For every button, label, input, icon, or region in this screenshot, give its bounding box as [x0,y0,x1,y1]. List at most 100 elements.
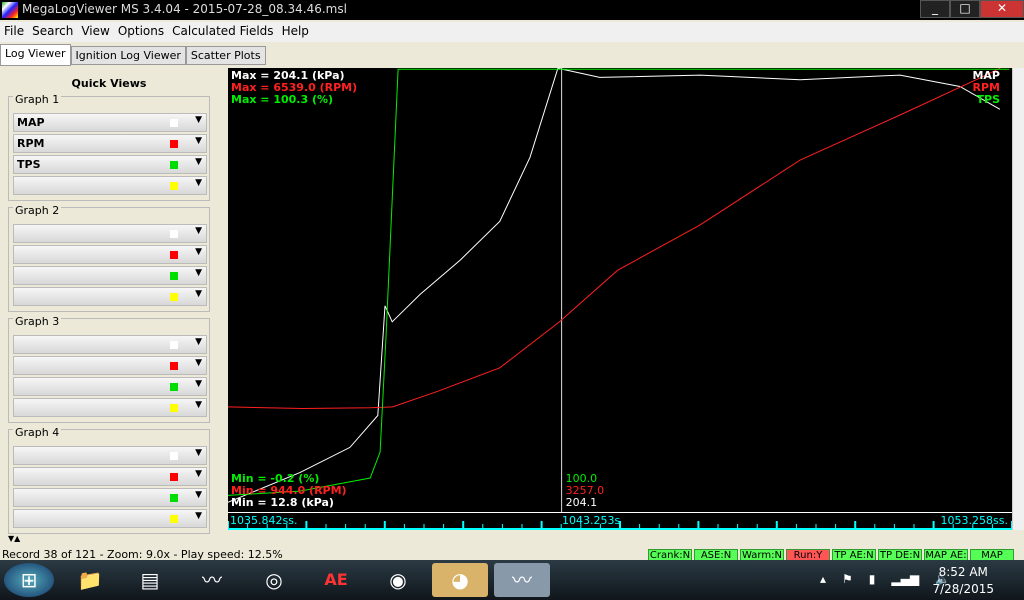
field-select[interactable]: MAP ▼ [13,113,207,132]
color-swatch[interactable] [170,452,178,460]
field-select[interactable]: ▼ [13,224,207,243]
action-center-icon[interactable]: ⚑ [842,572,853,586]
max-label-tps: Max = 100.3 (%) [231,93,334,106]
color-swatch[interactable] [170,161,178,169]
tab-log-viewer[interactable]: Log Viewer [0,44,71,66]
field-select[interactable]: ▼ [13,446,207,465]
quick-views-title: Quick Views [71,77,147,90]
chevron-down-icon: ▼ [195,448,202,458]
device-icon[interactable]: ▤ [128,563,172,597]
chevron-down-icon: ▼ [195,178,202,188]
chevron-down-icon: ▼ [195,337,202,347]
color-swatch[interactable] [170,119,178,127]
gauge-icon[interactable]: ◉ [376,563,420,597]
color-swatch[interactable] [170,362,178,370]
series-map-line [227,67,1001,503]
chevron-down-icon: ▼ [195,400,202,410]
min-label-tps: Min = -0.2 (%) [231,472,320,485]
maximize-button[interactable]: □ [950,0,980,18]
chevron-down-icon: ▼ [195,247,202,257]
field-select[interactable]: ▼ [13,335,207,354]
signal-icon[interactable]: ▂▄▆ [891,572,919,586]
color-swatch[interactable] [170,140,178,148]
chevron-down-icon: ▼ [195,379,202,389]
collapse-arrows-icon[interactable]: ▼▲ [8,534,20,543]
series-rpm-line [227,67,1001,410]
time-axis[interactable]: 1035.842ss. 1043.253s 1053.258ss. [228,512,1012,530]
field-select[interactable]: ▼ [13,377,207,396]
menu-help[interactable]: Help [278,22,313,42]
field-select[interactable]: ▼ [13,467,207,486]
cursor-value-tps: 100.0 [565,472,598,485]
clock[interactable]: 8:52 AM 7/28/2015 [932,564,994,598]
menu-options[interactable]: Options [114,22,168,42]
color-swatch[interactable] [170,494,178,502]
taskbar: ⊞ 📁 ▤ 〰 ◎ AE ◉ ◕ 〰 ▴ ⚑ ▮ ▂▄▆ 🔈 8:52 AM 7… [0,560,1024,600]
min-label-rpm: Min = 944.0 (RPM) [231,484,347,497]
quick-views-panel: Quick Views Graph 1 MAP ▼ RPM ▼ TPS ▼ ▼ Graph 2 ▼… [4,68,214,534]
title-bar: MegaLogViewer MS 3.4.04 - 2015-07-28_08.… [0,0,1024,20]
field-select[interactable]: ▼ [13,488,207,507]
color-swatch[interactable] [170,473,178,481]
axis-start-label: 1035.842ss. [230,514,298,527]
app-icon [2,2,18,18]
graph-group-4: Graph 4 ▼ ▼ ▼ ▼ [8,426,210,534]
field-select[interactable]: ▼ [13,176,207,195]
graph-group-label: Graph 4 [13,426,62,439]
field-name: MAP [17,116,45,129]
color-swatch[interactable] [170,404,178,412]
color-swatch[interactable] [170,272,178,280]
graph-group-3: Graph 3 ▼ ▼ ▼ ▼ [8,315,210,423]
field-select[interactable]: TPS ▼ [13,155,207,174]
tuner-icon[interactable]: ◎ [252,563,296,597]
menu-bar: File Search View Options Calculated Fiel… [0,22,1024,42]
ae-app-icon[interactable]: AE [314,563,358,597]
menu-file[interactable]: File [0,22,28,42]
vertical-scrollbar[interactable] [1012,68,1024,530]
menu-search[interactable]: Search [28,22,77,42]
explorer-icon[interactable]: 📁 [68,563,112,597]
chevron-down-icon: ▼ [195,226,202,236]
clock-date: 7/28/2015 [932,582,994,596]
megalogviewer-task[interactable]: 〰 [494,563,550,597]
color-swatch[interactable] [170,293,178,301]
graph-group-label: Graph 2 [13,204,62,217]
field-select[interactable]: ▼ [13,287,207,306]
graph-group-label: Graph 3 [13,315,62,328]
chrome-icon[interactable]: ◕ [432,563,488,597]
window-title: MegaLogViewer MS 3.4.04 - 2015-07-28_08.… [22,2,347,16]
menu-calculated-fields[interactable]: Calculated Fields [168,22,277,42]
field-name: TPS [17,158,41,171]
color-swatch[interactable] [170,515,178,523]
axis-end-label: 1053.258ss. [940,514,1008,527]
color-swatch[interactable] [170,251,178,259]
field-select[interactable]: RPM ▼ [13,134,207,153]
tab-ignition-log-viewer[interactable]: Ignition Log Viewer [70,46,186,65]
clock-time: 8:52 AM [938,565,988,579]
chevron-down-icon: ▼ [195,289,202,299]
log-graph[interactable]: Max = 204.1 (kPa) MAP Min = 12.8 (kPa) 204.… [227,67,1012,512]
field-select[interactable]: ▼ [13,356,207,375]
color-swatch[interactable] [170,383,178,391]
megalog-icon[interactable]: 〰 [190,563,234,597]
chevron-down-icon: ▼ [195,511,202,521]
close-button[interactable]: ✕ [980,0,1024,18]
color-swatch[interactable] [170,341,178,349]
field-select[interactable]: ▼ [13,245,207,264]
chevron-down-icon: ▼ [195,136,202,146]
chevron-down-icon: ▼ [195,157,202,167]
battery-icon[interactable]: ▮ [869,572,876,586]
show-hidden-icon[interactable]: ▴ [820,572,826,586]
color-swatch[interactable] [170,182,178,190]
field-select[interactable]: ▼ [13,398,207,417]
graph-group-2: Graph 2 ▼ ▼ ▼ ▼ [8,204,210,312]
minimize-button[interactable]: _ [920,0,950,18]
start-button[interactable]: ⊞ [4,563,54,597]
color-swatch[interactable] [170,230,178,238]
field-select[interactable]: ▼ [13,266,207,285]
menu-view[interactable]: View [77,22,113,42]
legend-tps: TPS [976,93,1001,106]
axis-cursor-label: 1043.253s [562,514,621,527]
tab-scatter-plots[interactable]: Scatter Plots [185,46,266,65]
field-select[interactable]: ▼ [13,509,207,528]
